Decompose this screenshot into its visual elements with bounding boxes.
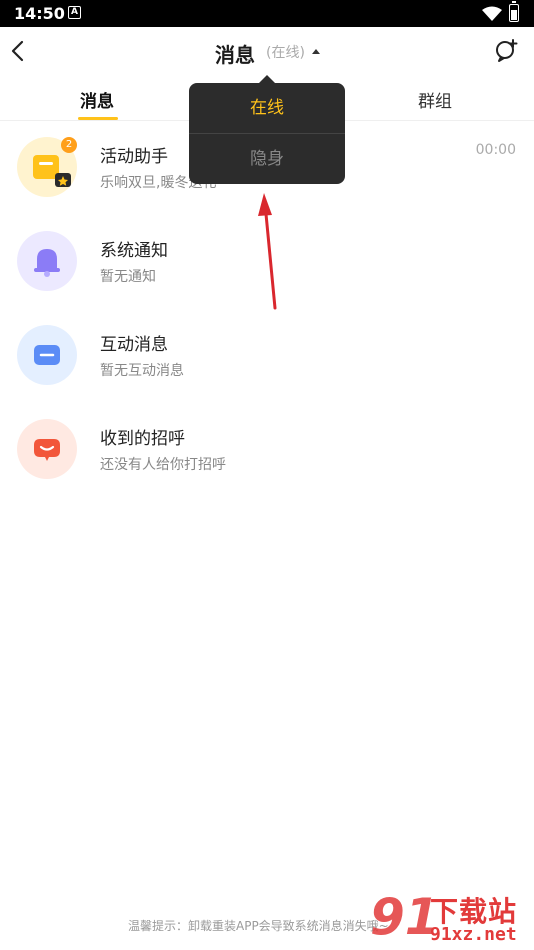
- back-icon[interactable]: [8, 37, 30, 65]
- bell-icon: [34, 249, 60, 277]
- item-title: 活动助手: [100, 147, 168, 167]
- item-title: 互动消息: [100, 335, 168, 355]
- notification-icon: A: [68, 6, 81, 19]
- item-subtitle: 还没有人给你打招呼: [100, 457, 226, 473]
- tab-messages[interactable]: 消息: [80, 87, 114, 112]
- message-icon: [34, 345, 60, 365]
- item-title: 系统通知: [100, 241, 168, 261]
- add-friend-icon[interactable]: [494, 39, 518, 63]
- wifi-icon: [482, 6, 502, 21]
- list-item-greeting[interactable]: 收到的招呼 还没有人给你打招呼: [0, 404, 534, 498]
- battery-icon: [509, 1, 519, 22]
- page-title: 消息: [215, 43, 255, 67]
- list-item-system[interactable]: 系统通知 暂无通知: [0, 216, 534, 310]
- interaction-avatar: [17, 325, 77, 385]
- tab-groups[interactable]: 群组: [418, 87, 452, 112]
- item-time: 00:00: [475, 142, 516, 158]
- top-bar: 消息 (在线): [0, 27, 534, 77]
- site-watermark: 91 下载站 91xz.net: [370, 888, 534, 950]
- caret-up-icon[interactable]: [312, 49, 320, 54]
- list-item-interaction[interactable]: 互动消息 暂无互动消息: [0, 310, 534, 404]
- status-option-online[interactable]: 在线: [189, 83, 345, 133]
- status-popup: 在线 隐身: [189, 75, 345, 184]
- watermark-url: 91xz.net: [430, 924, 517, 945]
- item-title: 收到的招呼: [100, 429, 185, 449]
- greeting-avatar: [17, 419, 77, 479]
- system-avatar: [17, 231, 77, 291]
- tab-indicator: [78, 117, 118, 120]
- item-subtitle: 暂无互动消息: [100, 363, 184, 379]
- greeting-icon: [34, 439, 60, 461]
- unread-badge: 2: [61, 137, 77, 153]
- status-option-invisible[interactable]: 隐身: [189, 134, 345, 184]
- item-subtitle: 暂无通知: [100, 269, 156, 285]
- footer-tip: 温馨提示：卸载重装APP会导致系统消息消失哦~: [128, 919, 389, 933]
- online-status-selector[interactable]: (在线): [266, 42, 305, 62]
- status-time: 14:50: [14, 4, 65, 23]
- status-bar: 14:50 A: [0, 0, 534, 27]
